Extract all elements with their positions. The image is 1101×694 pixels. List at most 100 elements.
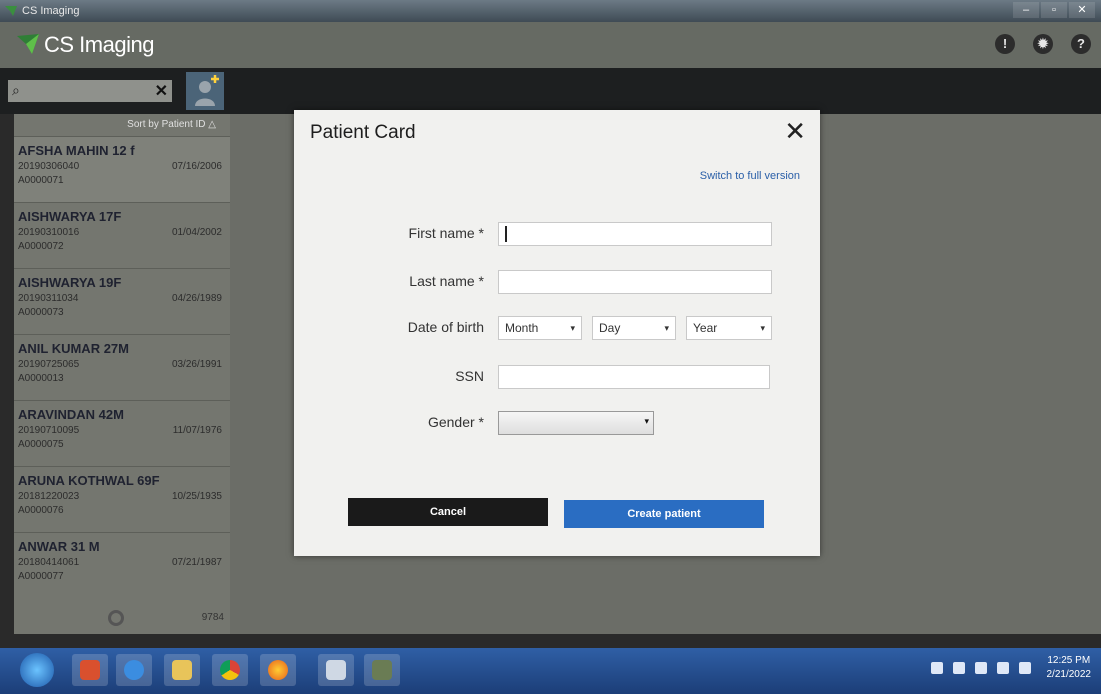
patient-accession: A0000076 [18,505,64,516]
app-header: CS Imaging ! ✹ ? [0,22,1101,68]
system-clock[interactable]: 12:25 PM 2/21/2022 [1047,654,1092,682]
patient-dob: 07/21/1987 [171,557,222,568]
patient-dob: 11/07/1976 [172,425,222,436]
gender-label: Gender * [427,414,484,430]
patient-name: AISHWARYA 19F [18,275,122,290]
dob-year-select[interactable]: Year ▾ [686,316,772,340]
patient-list-item[interactable]: AFSHA MAHIN 12 f 20190306040 A0000071 07… [14,136,230,202]
create-patient-button[interactable]: Create patient [564,500,764,528]
clear-search-icon[interactable]: ✕ [155,81,168,101]
patient-accession: A0000071 [18,175,64,186]
add-patient-button[interactable] [186,72,224,110]
patient-dob: 03/26/1991 [171,359,222,370]
usb-icon[interactable] [1019,662,1031,674]
patient-dob: 01/04/2002 [171,227,222,238]
search-icon: ⌕ [12,82,20,98]
patient-id: 20190306040 [18,161,80,172]
chevron-down-icon: ▾ [570,323,575,333]
patient-count: 9784 [201,612,224,623]
patient-name: ARUNA KOTHWAL 69F [18,473,160,488]
sidebar-settings-icon[interactable] [108,610,124,626]
switch-to-full-version-link[interactable]: Switch to full version [700,170,800,182]
screen: CS Imaging – ▫ ✕ CS Imaging ! ✹ ? ⌕ ✕ So… [0,0,1101,694]
window-title-bar: CS Imaging – ▫ ✕ [0,0,1101,22]
cs-imaging-logo-icon [17,34,39,54]
flag-icon[interactable] [975,662,987,674]
chevron-down-icon: ▾ [644,416,649,426]
close-icon[interactable]: ✕ [784,118,806,144]
powerpoint-taskbar-icon[interactable] [72,654,108,686]
system-tray [931,662,1031,674]
chevron-down-icon: ▾ [664,323,669,333]
minimize-button[interactable]: – [1013,2,1039,18]
firefox-taskbar-icon[interactable] [260,654,296,686]
last-name-field[interactable] [498,270,772,294]
patient-name: ANWAR 31 M [18,539,100,554]
maximize-button[interactable]: ▫ [1041,2,1067,18]
close-window-button[interactable]: ✕ [1069,2,1095,18]
clock-date: 2/21/2022 [1046,669,1092,680]
volume-icon[interactable] [953,662,965,674]
patient-name: AFSHA MAHIN 12 f [18,143,135,158]
patient-accession: A0000072 [18,241,64,252]
ssn-field[interactable] [498,365,770,389]
patient-name: ANIL KUMAR 27M [18,341,129,356]
help-icon[interactable]: ? [1071,34,1091,54]
patient-accession: A0000075 [18,439,64,450]
patient-id: 20190725065 [18,359,80,370]
patient-id: 20181220023 [18,491,80,502]
internet-explorer-taskbar-icon[interactable] [116,654,152,686]
date-of-birth-label: Date of birth [407,319,484,335]
patient-id: 20190710095 [18,425,80,436]
chevron-down-icon: ▾ [760,323,765,333]
patient-list-item[interactable]: ARUNA KOTHWAL 69F 20181220023 A0000076 1… [14,466,230,532]
dob-month-select[interactable]: Month ▾ [498,316,582,340]
window-title: CS Imaging [22,5,80,17]
search-row: ⌕ ✕ [0,68,1101,114]
chrome-taskbar-icon[interactable] [212,654,248,686]
first-name-label: First name * [408,225,484,241]
sort-by-patient-id[interactable]: Sort by Patient ID △ [14,114,230,136]
patient-card-dialog: Patient Card ✕ Switch to full version Fi… [294,110,820,556]
patient-list-item[interactable]: AISHWARYA 19F 20190311034 A0000073 04/26… [14,268,230,334]
patient-id: 20180414061 [18,557,80,568]
search-box: ⌕ ✕ [8,80,172,102]
patient-name: AISHWARYA 17F [18,209,122,224]
patient-list-item[interactable]: ANWAR 31 M 20180414061 A0000077 07/21/19… [14,532,230,598]
last-name-label: Last name * [409,273,484,289]
patient-dob: 04/26/1989 [171,293,222,304]
search-input[interactable] [30,82,144,102]
dob-day-select[interactable]: Day ▾ [592,316,676,340]
patient-list-item[interactable]: AISHWARYA 17F 20190310016 A0000072 01/04… [14,202,230,268]
patient-icon [195,75,219,106]
ssn-label: SSN [455,368,484,384]
gender-select[interactable]: ▾ [498,411,654,435]
windows-taskbar: 12:25 PM 2/21/2022 [0,648,1101,694]
app-name: CS Imaging [44,32,154,57]
info-icon[interactable]: ! [995,34,1015,54]
patient-id: 20190311034 [18,293,79,304]
patient-accession: A0000077 [18,571,64,582]
notepad-taskbar-icon[interactable] [318,654,354,686]
patient-name: ARAVINDAN 42M [18,407,124,422]
patient-list-sidebar: Sort by Patient ID △ AFSHA MAHIN 12 f 20… [14,114,230,634]
file-explorer-taskbar-icon[interactable] [164,654,200,686]
gear-icon[interactable]: ✹ [1033,34,1053,54]
patient-list-item[interactable]: ANIL KUMAR 27M 20190725065 A0000013 03/2… [14,334,230,400]
clock-time: 12:25 PM [1047,655,1091,666]
first-name-field[interactable] [498,222,772,246]
app-icon [5,6,17,16]
windows-start-button[interactable] [20,653,54,687]
patient-list-item[interactable]: ARAVINDAN 42M 20190710095 A0000075 11/07… [14,400,230,466]
sidebar-footer: 9784 [14,604,230,634]
text-cursor [505,226,507,242]
patient-dob: 10/25/1935 [171,491,222,502]
patient-accession: A0000013 [18,373,64,384]
patient-id: 20190310016 [18,227,80,238]
patient-dob: 07/16/2006 [171,161,222,172]
antivirus-icon[interactable] [997,662,1009,674]
network-icon[interactable] [931,662,943,674]
cs-imaging-taskbar-icon[interactable] [364,654,400,686]
cancel-button[interactable]: Cancel [348,498,548,526]
patient-accession: A0000073 [18,307,64,318]
